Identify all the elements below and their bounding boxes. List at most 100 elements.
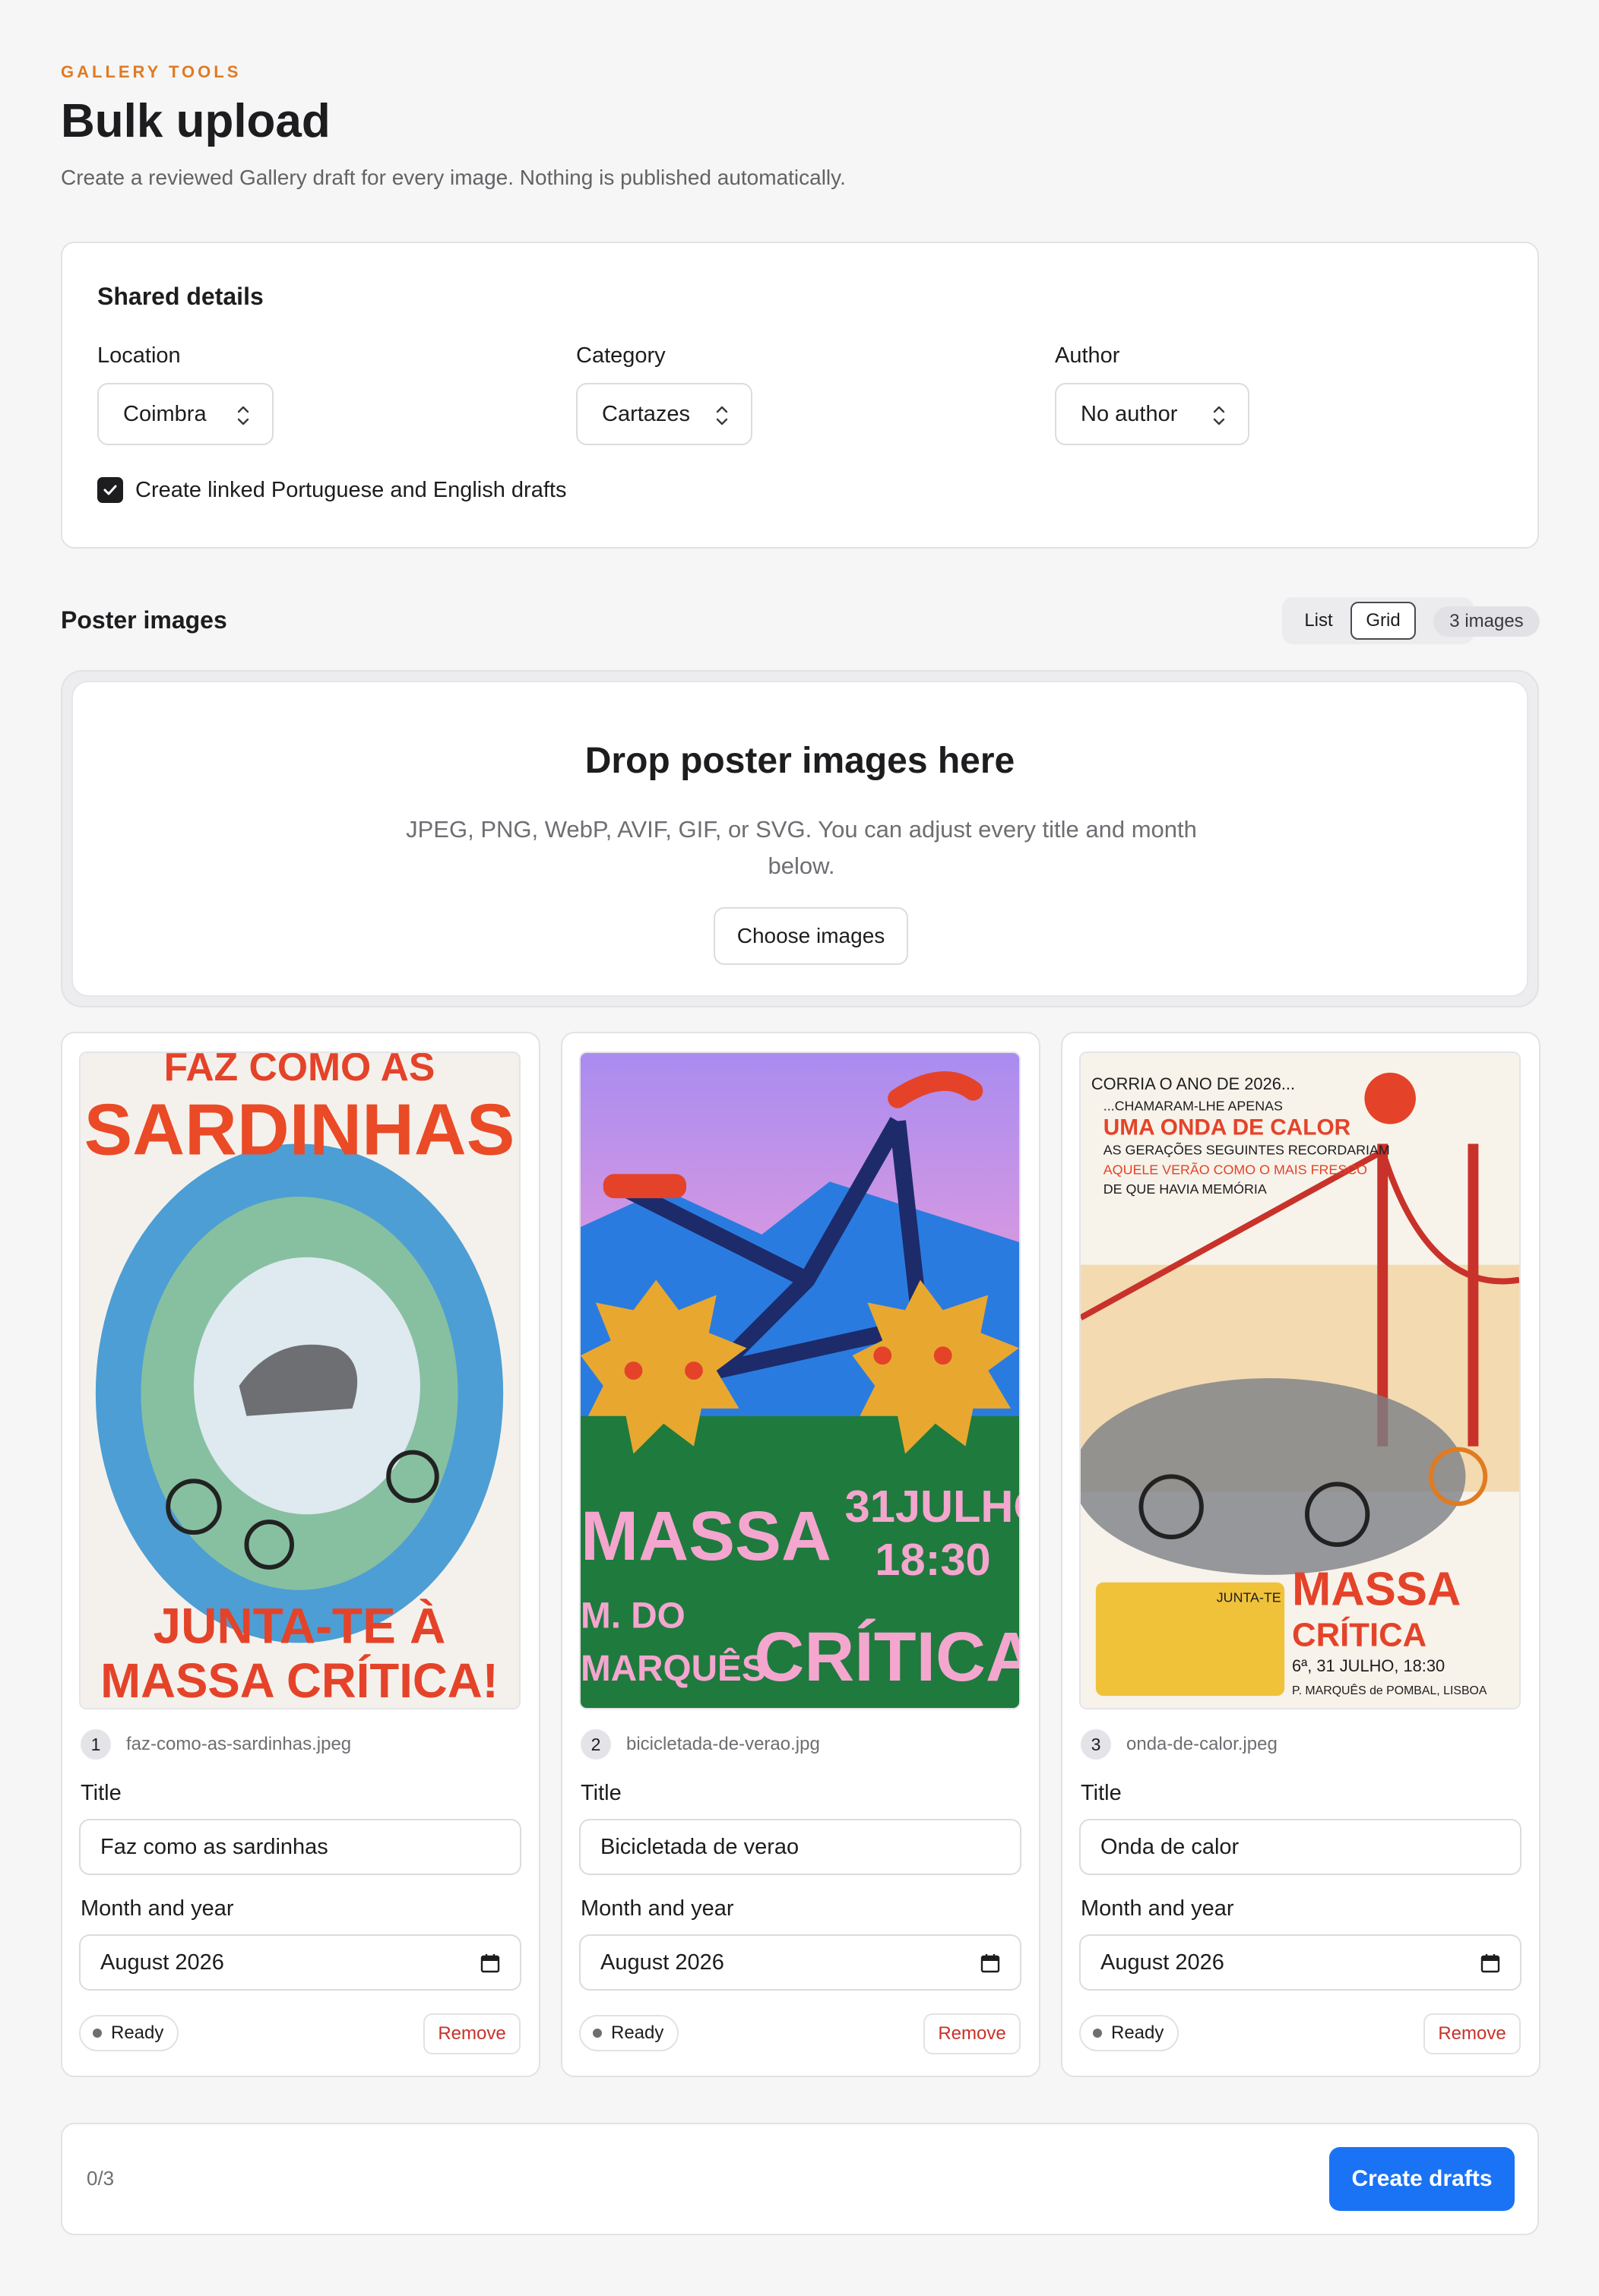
poster-filename: faz-como-as-sardinhas.jpeg (126, 1734, 352, 1754)
poster-art-text: 31JULHO (845, 1481, 1019, 1532)
poster-art-text: JUNTA-TE À (154, 1598, 446, 1653)
title-label: Title (81, 1781, 122, 1805)
poster-art-text: DE QUE HAVIA MEMÓRIA (1103, 1181, 1267, 1197)
remove-button[interactable]: Remove (1423, 2013, 1521, 2054)
poster-meta-row: 1 faz-como-as-sardinhas.jpeg (81, 1729, 351, 1760)
month-year-label: Month and year (581, 1896, 734, 1921)
poster-art: CORRIA O ANO DE 2026... ...CHAMARAM-LHE … (1081, 1053, 1519, 1708)
category-value: Cartazes (602, 401, 691, 426)
location-value: Coimbra (123, 401, 207, 426)
title-input-value: Onda de calor (1100, 1834, 1240, 1859)
status-dot-icon (1093, 2029, 1102, 2038)
poster-filename: bicicletada-de-verao.jpg (626, 1734, 820, 1754)
poster-images-title: Poster images (61, 606, 227, 634)
status-badge: Ready (79, 2015, 179, 2051)
shared-details-title: Shared details (97, 283, 264, 310)
poster-card: CORRIA O ANO DE 2026... ...CHAMARAM-LHE … (1061, 1032, 1540, 2077)
month-year-input[interactable]: August 2026 (579, 1934, 1021, 1991)
author-select[interactable]: No author (1055, 383, 1249, 445)
status-text: Ready (1111, 2022, 1164, 2043)
drop-zone-inner: Drop poster images here JPEG, PNG, WebP,… (71, 681, 1528, 997)
poster-art-text: P. MARQUÊS de POMBAL, LISBOA (1292, 1683, 1487, 1697)
poster-thumbnail: CORRIA O ANO DE 2026... ...CHAMARAM-LHE … (1079, 1052, 1521, 1709)
month-year-value: August 2026 (1100, 1950, 1224, 1975)
poster-art-text: AS GERAÇÕES SEGUINTES RECORDARIAM (1103, 1141, 1390, 1157)
status-badge: Ready (579, 2015, 679, 2051)
status-badge: Ready (1079, 2015, 1179, 2051)
location-label: Location (97, 343, 181, 368)
status-dot-icon (593, 2029, 602, 2038)
view-grid-option[interactable]: Grid (1350, 602, 1416, 640)
title-input[interactable]: Faz como as sardinhas (79, 1819, 521, 1875)
linked-drafts-checkbox[interactable] (97, 477, 123, 503)
poster-index-badge: 2 (581, 1729, 611, 1760)
title-label: Title (581, 1781, 622, 1805)
poster-index-badge: 1 (81, 1729, 111, 1760)
category-label: Category (576, 343, 666, 368)
remove-button[interactable]: Remove (423, 2013, 521, 2054)
calendar-icon[interactable] (480, 1953, 500, 1974)
calendar-icon[interactable] (980, 1953, 1000, 1974)
drop-zone[interactable]: Drop poster images here JPEG, PNG, WebP,… (61, 670, 1539, 1007)
chevron-up-down-icon (237, 406, 249, 425)
shared-details-card: Shared details Location Coimbra Category… (61, 242, 1539, 549)
month-year-value: August 2026 (100, 1950, 224, 1975)
poster-thumbnail: MASSA 31JULHO 18:30 M. DO MARQUÊS CRÍTIC… (579, 1052, 1021, 1709)
eyebrow-label: GALLERY TOOLS (61, 62, 242, 81)
poster-index-badge: 3 (1081, 1729, 1111, 1760)
image-count-badge: 3 images (1433, 606, 1540, 637)
title-input[interactable]: Onda de calor (1079, 1819, 1521, 1875)
title-label: Title (1081, 1781, 1122, 1805)
poster-art-text: MASSA CRÍTICA! (100, 1654, 499, 1708)
poster-art-text: MASSA (1292, 1564, 1461, 1616)
poster-art: FAZ COMO AS SARDINHAS JUNTA-TE À MASSA C… (81, 1053, 519, 1708)
location-select[interactable]: Coimbra (97, 383, 274, 445)
month-year-label: Month and year (1081, 1896, 1234, 1921)
title-input-value: Faz como as sardinhas (100, 1834, 328, 1859)
title-input[interactable]: Bicicletada de verao (579, 1819, 1021, 1875)
status-text: Ready (611, 2022, 664, 2043)
poster-art-text: SARDINHAS (84, 1089, 515, 1170)
category-select[interactable]: Cartazes (576, 383, 752, 445)
poster-art-text: CRÍTICA (754, 1618, 1019, 1696)
status-dot-icon (93, 2029, 102, 2038)
month-year-label: Month and year (81, 1896, 234, 1921)
month-year-value: August 2026 (600, 1950, 724, 1975)
status-text: Ready (111, 2022, 164, 2043)
drop-zone-help: JPEG, PNG, WebP, AVIF, GIF, or SVG. You … (406, 816, 1197, 879)
poster-thumbnail: FAZ COMO AS SARDINHAS JUNTA-TE À MASSA C… (79, 1052, 521, 1709)
choose-images-button[interactable]: Choose images (714, 907, 908, 965)
poster-meta-row: 3 onda-de-calor.jpeg (1081, 1729, 1278, 1760)
poster-card: FAZ COMO AS SARDINHAS JUNTA-TE À MASSA C… (61, 1032, 540, 2077)
chevron-up-down-icon (716, 406, 728, 425)
month-year-input[interactable]: August 2026 (1079, 1934, 1521, 1991)
poster-art-text: JUNTA-TE (1217, 1590, 1281, 1605)
checkmark-icon (103, 485, 117, 495)
poster-art-text: MASSA (581, 1497, 831, 1575)
poster-art-text: ...CHAMARAM-LHE APENAS (1103, 1099, 1283, 1114)
poster-art-text: CRÍTICA (1292, 1615, 1426, 1653)
poster-meta-row: 2 bicicletada-de-verao.jpg (581, 1729, 820, 1760)
calendar-icon[interactable] (1480, 1953, 1500, 1974)
poster-filename: onda-de-calor.jpeg (1126, 1734, 1278, 1754)
linked-drafts-label: Create linked Portuguese and English dra… (135, 477, 567, 502)
month-year-input[interactable]: August 2026 (79, 1934, 521, 1991)
view-list-option[interactable]: List (1288, 602, 1349, 640)
poster-art-text: FAZ COMO AS (164, 1053, 435, 1089)
author-value: No author (1081, 401, 1178, 426)
create-drafts-button[interactable]: Create drafts (1329, 2147, 1515, 2211)
poster-art: MASSA 31JULHO 18:30 M. DO MARQUÊS CRÍTIC… (581, 1053, 1019, 1708)
poster-art-text: 18:30 (875, 1534, 990, 1585)
poster-art-text: M. DO (581, 1595, 686, 1636)
page-title: Bulk upload (61, 95, 331, 147)
poster-art-text: CORRIA O ANO DE 2026... (1091, 1074, 1295, 1093)
poster-art-text: 6ª, 31 JULHO, 18:30 (1292, 1656, 1445, 1675)
linked-drafts-row[interactable]: Create linked Portuguese and English dra… (97, 477, 566, 503)
page-subtitle: Create a reviewed Gallery draft for ever… (61, 166, 846, 189)
progress-count: 0/3 (87, 2167, 115, 2190)
poster-art-text: AQUELE VERÃO COMO O MAIS FRESCO (1103, 1161, 1367, 1177)
title-input-value: Bicicletada de verao (600, 1834, 800, 1859)
poster-art-text: UMA ONDA DE CALOR (1103, 1115, 1350, 1140)
author-label: Author (1055, 343, 1120, 368)
remove-button[interactable]: Remove (923, 2013, 1021, 2054)
